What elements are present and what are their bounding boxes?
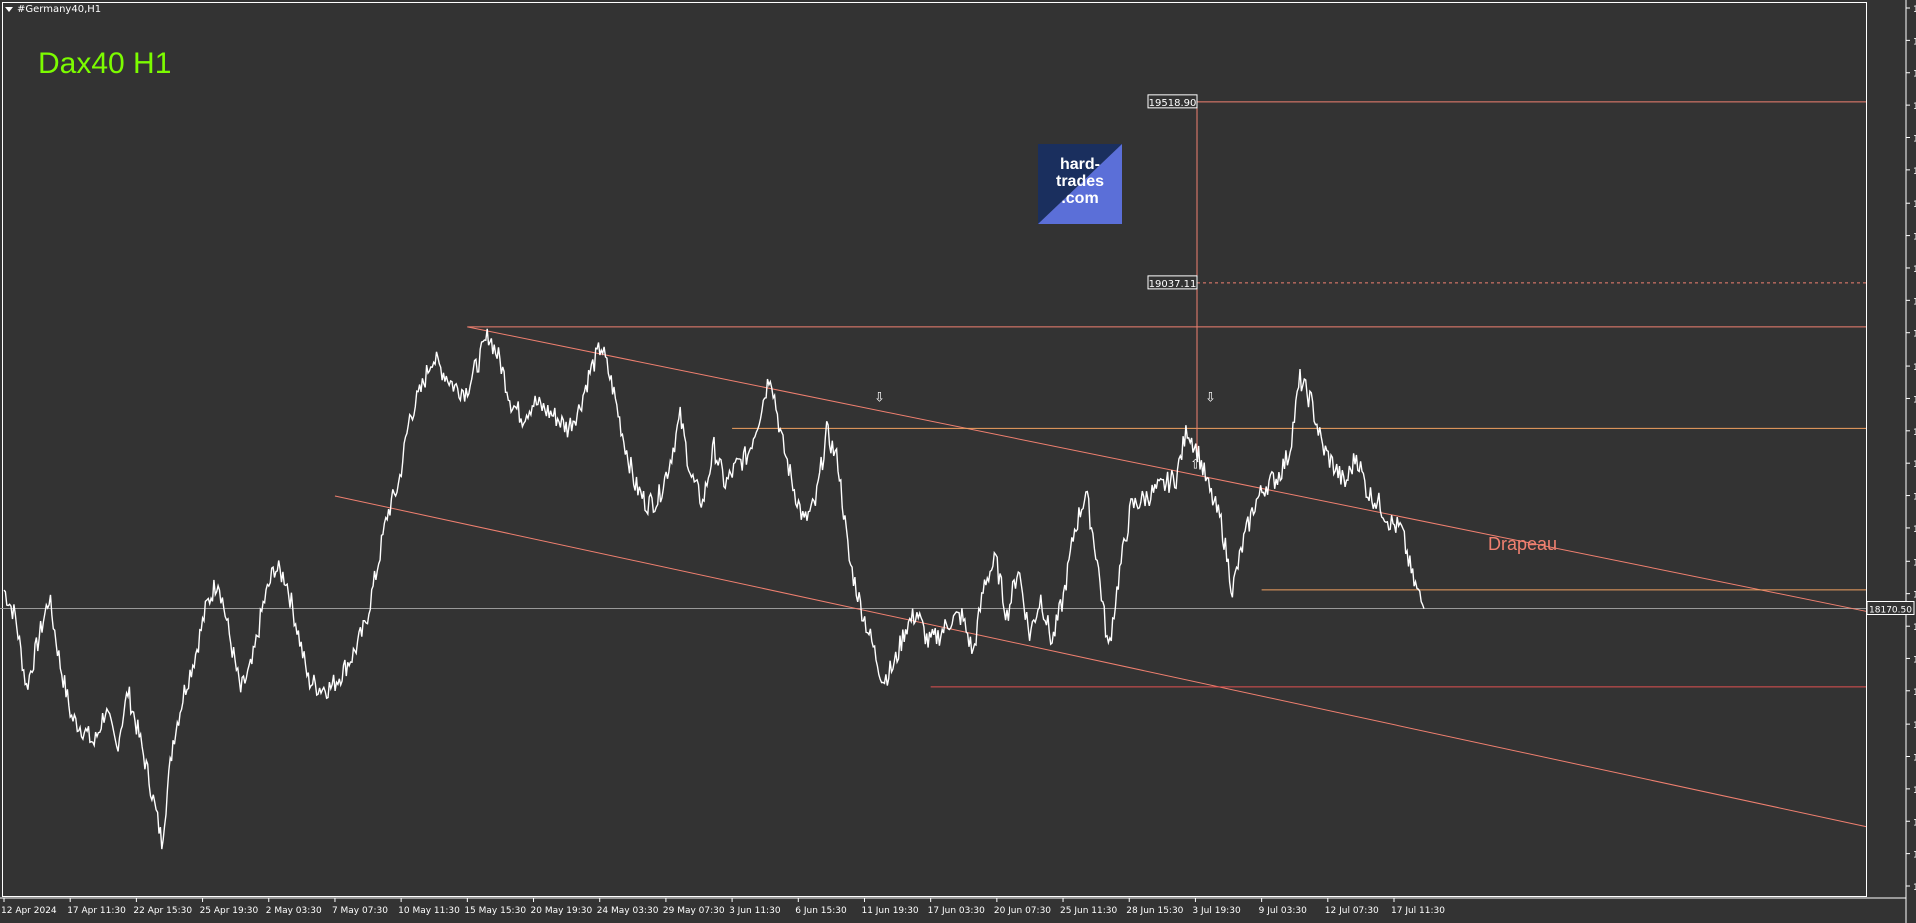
- time-tick-label: 3 Jul 19:30: [1192, 906, 1241, 916]
- time-tick-label: 22 Apr 15:30: [133, 906, 192, 916]
- time-tick-label: 11 Jun 19:30: [861, 906, 918, 916]
- chart-title: Dax40 H1: [38, 47, 172, 80]
- logo-line: .com: [1061, 190, 1099, 207]
- arrow-down-icon: ⇩: [1205, 391, 1216, 406]
- time-tick-label: 17 Jul 11:30: [1391, 906, 1445, 916]
- time-tick-label: 6 Jun 15:30: [795, 906, 847, 916]
- time-tick-label: 10 May 11:30: [398, 906, 460, 916]
- time-tick-label: 15 May 15:30: [464, 906, 526, 916]
- time-tick-label: 17 Jun 03:30: [928, 906, 985, 916]
- time-tick-label: 29 May 07:30: [663, 906, 725, 916]
- current-price-label: 18170.50: [1869, 605, 1912, 615]
- price-label: 19518.90: [1149, 98, 1197, 109]
- chevron-down-icon[interactable]: [5, 7, 13, 12]
- time-tick-label: 2 May 03:30: [266, 906, 322, 916]
- time-tick-label: 28 Jun 15:30: [1126, 906, 1183, 916]
- time-tick-label: 12 Apr 2024: [1, 906, 57, 916]
- logo-line: trades: [1055, 173, 1105, 190]
- time-tick-label: 7 May 07:30: [332, 906, 388, 916]
- time-tick-label: 25 Apr 19:30: [200, 906, 259, 916]
- time-tick-label: 20 Jun 07:30: [994, 906, 1051, 916]
- chart: ⇩⇩⇧19518.9019037.11 19745.1919657.741957…: [0, 0, 1916, 923]
- time-tick-label: 17 Apr 11:30: [67, 906, 126, 916]
- symbol-menu[interactable]: #Germany40,H1: [2, 2, 101, 17]
- time-tick-label: 24 May 03:30: [597, 906, 659, 916]
- pattern-annotation: Drapeau: [1488, 534, 1558, 554]
- price-label: 19037.11: [1149, 279, 1197, 290]
- time-tick-label: 9 Jul 03:30: [1259, 906, 1308, 916]
- logo: hard- trades .com: [1038, 144, 1122, 224]
- time-tick-label: 20 May 19:30: [531, 906, 593, 916]
- time-tick-label: 12 Jul 07:30: [1325, 906, 1379, 916]
- arrow-down-icon: ⇩: [874, 391, 885, 406]
- logo-line: hard-: [1060, 156, 1100, 173]
- logo-text: hard- trades .com: [1038, 156, 1122, 207]
- time-tick-label: 3 Jun 11:30: [729, 906, 781, 916]
- chart-background: [0, 0, 1916, 923]
- symbol-label: #Germany40,H1: [17, 4, 102, 15]
- time-tick-label: 25 Jun 11:30: [1060, 906, 1117, 916]
